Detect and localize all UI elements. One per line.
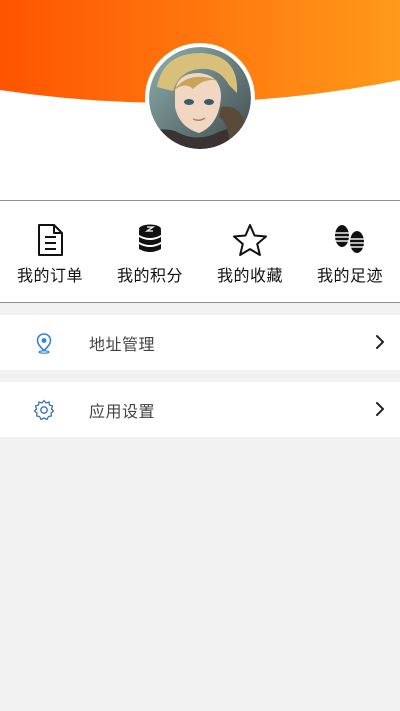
quick-nav-orders[interactable]: 我的订单 (0, 201, 100, 302)
footprints-icon (332, 222, 368, 258)
avatar[interactable] (145, 43, 255, 153)
quick-nav-label: 我的足迹 (316, 266, 383, 285)
quick-nav-label: 我的收藏 (216, 266, 283, 285)
chevron-right-icon (375, 401, 385, 417)
star-icon (232, 222, 268, 258)
gear-icon (33, 399, 55, 421)
coin-stack-icon (132, 222, 168, 258)
quick-nav-label: 我的订单 (16, 266, 83, 285)
chevron-right-icon (375, 334, 385, 350)
menu-item-label: 应用设置 (89, 401, 156, 421)
menu-item-settings[interactable]: 应用设置 (0, 382, 400, 437)
quick-nav-favorites[interactable]: 我的收藏 (200, 201, 300, 302)
quick-nav: 我的订单 我的积分 我的收藏 我的足迹 (0, 200, 400, 303)
quick-nav-points[interactable]: 我的积分 (100, 201, 200, 302)
menu-item-label: 地址管理 (89, 334, 156, 354)
quick-nav-footprints[interactable]: 我的足迹 (300, 201, 400, 302)
profile-header (0, 0, 400, 200)
location-pin-icon (33, 332, 55, 354)
menu-item-address[interactable]: 地址管理 (0, 315, 400, 370)
quick-nav-label: 我的积分 (116, 266, 183, 285)
document-icon (32, 222, 68, 258)
